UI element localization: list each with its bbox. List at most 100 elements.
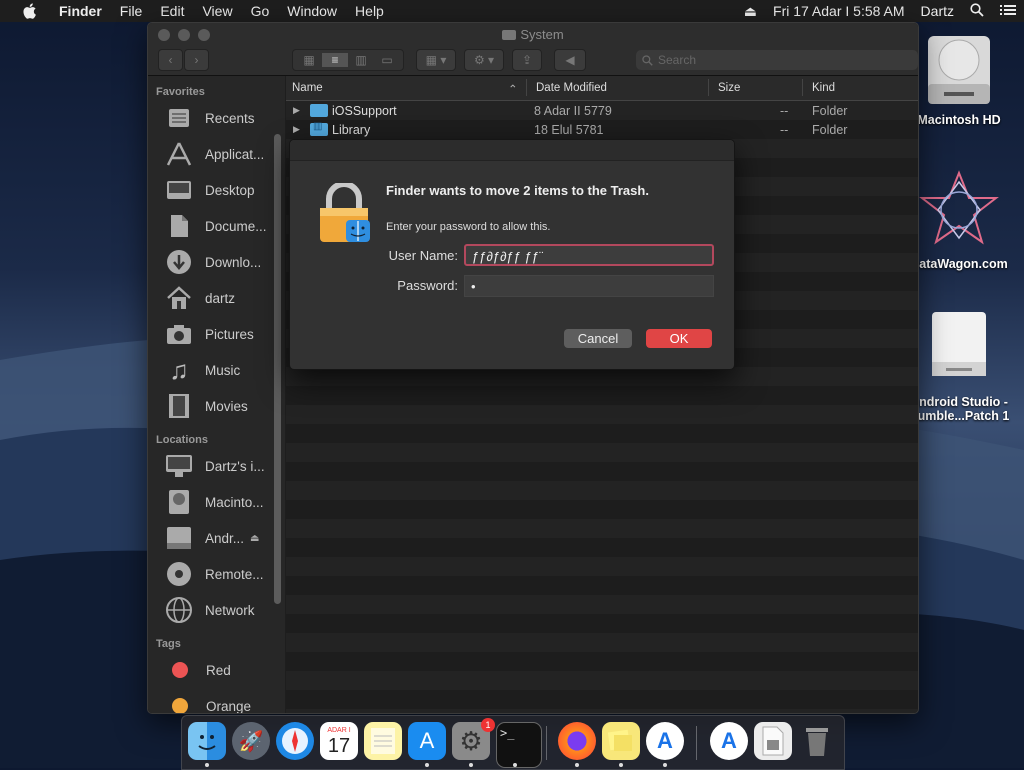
column-header-kind[interactable]: Kind <box>812 82 835 94</box>
lock-icon <box>318 181 372 250</box>
forward-button[interactable]: › <box>184 49 209 71</box>
notes-icon[interactable] <box>364 722 402 760</box>
sidebar-item-documents[interactable]: Docume... <box>148 208 285 244</box>
desktop-icon-label: DataWagon.com <box>910 257 1008 271</box>
disclosure-triangle-icon[interactable]: ▶ <box>293 124 300 135</box>
finder-dock-icon[interactable] <box>188 722 226 760</box>
menu-window[interactable]: Window <box>278 0 346 22</box>
sidebar-item-home[interactable]: dartz <box>148 280 285 316</box>
launchpad-rocket-icon[interactable]: 🚀 <box>232 722 270 760</box>
safari-compass-icon[interactable] <box>276 722 314 760</box>
username-field[interactable]: ƒƒ∂ƒ∂ƒƒ ƒƒ¨ <box>464 244 714 266</box>
clock[interactable]: Fri 17 Adar I 5:58 AM <box>765 3 913 19</box>
sidebar-item-movies[interactable]: Movies <box>148 388 285 424</box>
dialog-title: Finder wants to move 2 items to the Tras… <box>386 183 649 198</box>
running-indicator <box>205 763 209 767</box>
trash-icon[interactable] <box>798 722 836 760</box>
hard-drive-icon <box>165 488 193 516</box>
menu-bar: Finder File Edit View Go Window Help ⏏ F… <box>0 0 1024 22</box>
desktop-icon-macintosh-hd[interactable]: Macintosh HD <box>904 34 1014 127</box>
user-menu[interactable]: Dartz <box>913 3 962 19</box>
folder-icon <box>502 30 517 40</box>
document-file-icon[interactable] <box>754 722 792 760</box>
app-store-icon[interactable]: A <box>408 722 446 760</box>
desktop-icon-android-studio-dmg[interactable]: Android Studio - Bumble...Patch 1 <box>904 308 1014 423</box>
cancel-button[interactable]: Cancel <box>564 329 632 348</box>
menu-file[interactable]: File <box>111 0 152 22</box>
desktop-icon-datawagon[interactable]: DataWagon.com <box>904 170 1014 271</box>
home-icon <box>165 284 193 312</box>
menu-go[interactable]: Go <box>242 0 279 22</box>
view-mode-switcher[interactable]: ▦ ≡ ▥ ▭ <box>292 49 404 71</box>
notification-center-icon[interactable] <box>992 3 1024 19</box>
sidebar-item-recents[interactable]: Recents <box>148 100 285 136</box>
eject-icon[interactable]: ⏏ <box>736 3 765 20</box>
icon-view-icon[interactable]: ▦ <box>296 53 322 67</box>
sidebar-item-computer[interactable]: Dartz's i... <box>148 448 285 484</box>
menu-edit[interactable]: Edit <box>151 0 193 22</box>
title-bar: System ‹ › ▦ ≡ ▥ ▭ ▦ ▾ ⚙ ▾ ⇪ ◀ Search <box>148 23 918 76</box>
hard-drive-icon <box>904 34 1014 109</box>
column-header-size[interactable]: Size <box>718 82 740 94</box>
table-row[interactable]: ▶ Library 18 Elul 5781 -- Folder <box>286 120 918 139</box>
sidebar-item-android-volume[interactable]: Andr... ⏏ <box>148 520 285 556</box>
xcode-icon[interactable]: A <box>646 722 684 760</box>
column-header-date[interactable]: Date Modified <box>536 82 607 94</box>
system-preferences-gear-icon[interactable]: ⚙ 1 <box>452 718 495 760</box>
external-drive-icon <box>165 524 193 552</box>
sidebar-item-music[interactable]: ♫ Music <box>148 352 285 388</box>
list-view-icon[interactable]: ≡ <box>322 53 348 67</box>
table-row[interactable]: ▶ iOSSupport 8 Adar II 5779 -- Folder <box>286 101 918 120</box>
menu-finder[interactable]: Finder <box>50 0 111 22</box>
search-placeholder: Search <box>658 53 697 67</box>
action-gear-button[interactable]: ⚙ ▾ <box>464 49 504 71</box>
column-header-name[interactable]: Name <box>292 82 323 94</box>
notification-badge: 1 <box>481 718 495 732</box>
password-field[interactable]: • <box>464 275 714 297</box>
column-view-icon[interactable]: ▥ <box>348 53 374 67</box>
xcode-installer-icon[interactable]: A <box>710 722 748 760</box>
sidebar-item-pictures[interactable]: Pictures <box>148 316 285 352</box>
sidebar-item-remote-disc[interactable]: Remote... <box>148 556 285 592</box>
search-field[interactable]: Search <box>636 50 918 70</box>
sidebar-favorites-header: Favorites <box>156 86 205 98</box>
terminal-icon[interactable]: >_ <box>496 722 542 768</box>
group-button[interactable]: ▦ ▾ <box>416 49 456 71</box>
list-header: Name ⌃ Date Modified Size Kind <box>286 76 918 101</box>
running-indicator <box>425 763 429 767</box>
menu-help[interactable]: Help <box>346 0 393 22</box>
library-folder-icon <box>310 121 328 136</box>
sidebar-scrollbar[interactable] <box>274 134 281 604</box>
sidebar-item-macintosh-hd[interactable]: Macinto... <box>148 484 285 520</box>
stickies-icon[interactable] <box>602 722 640 760</box>
running-indicator <box>513 763 517 767</box>
ok-button[interactable]: OK <box>646 329 712 348</box>
dock: 🚀 ADAR I 17 A ⚙ 1 >_ A A <box>181 715 845 770</box>
sidebar-item-network[interactable]: Network <box>148 592 285 628</box>
sidebar-item-downloads[interactable]: Downlo... <box>148 244 285 280</box>
running-indicator <box>619 763 623 767</box>
sidebar-item-applications[interactable]: Applicat... <box>148 136 285 172</box>
sidebar-item-desktop[interactable]: Desktop <box>148 172 285 208</box>
running-indicator <box>575 763 579 767</box>
eject-icon[interactable]: ⏏ <box>250 533 259 544</box>
applications-icon <box>165 140 193 168</box>
documents-icon <box>165 212 193 240</box>
tags-button[interactable]: ◀ <box>554 49 586 71</box>
sidebar-tag-red[interactable]: Red <box>148 652 285 688</box>
folder-icon <box>310 104 328 117</box>
spotlight-search-icon[interactable] <box>962 2 992 20</box>
sidebar-locations-header: Locations <box>156 434 208 446</box>
dialog-message: Enter your password to allow this. <box>386 221 551 233</box>
menu-view[interactable]: View <box>193 0 241 22</box>
sidebar: Favorites Recents Applicat... Desktop Do… <box>148 76 285 713</box>
back-button[interactable]: ‹ <box>158 49 183 71</box>
firefox-icon[interactable] <box>558 722 596 760</box>
imac-icon <box>165 452 193 480</box>
apple-menu-icon[interactable] <box>20 2 38 20</box>
calendar-icon[interactable]: ADAR I 17 <box>320 722 358 760</box>
gallery-view-icon[interactable]: ▭ <box>374 53 400 67</box>
share-button[interactable]: ⇪ <box>512 49 542 71</box>
disclosure-triangle-icon[interactable]: ▶ <box>293 105 300 116</box>
sidebar-tag-orange[interactable]: Orange <box>148 688 285 713</box>
